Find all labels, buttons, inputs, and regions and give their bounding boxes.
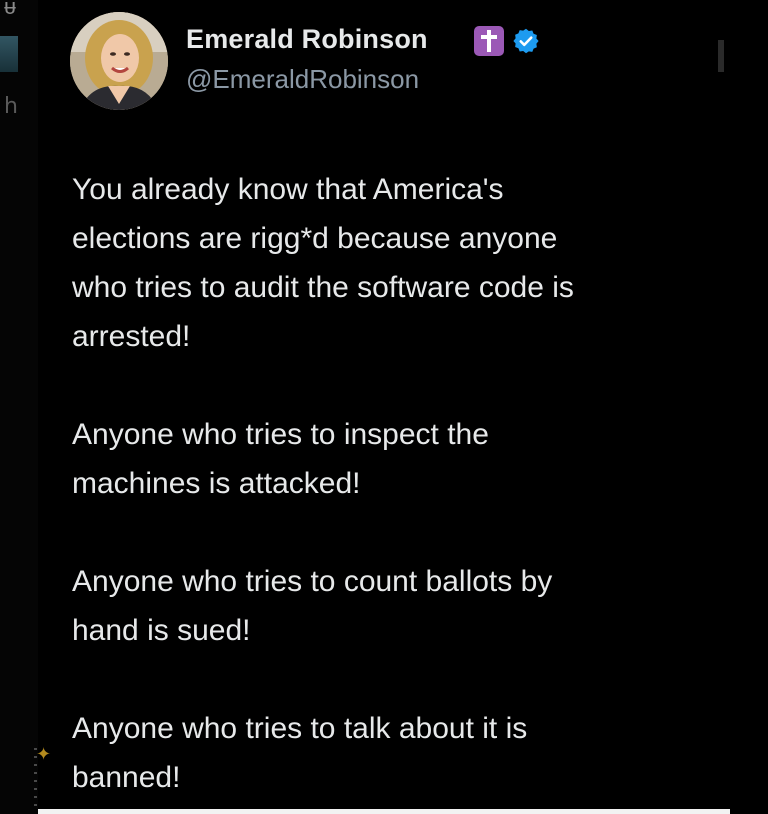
sparkle-icon: ✦ bbox=[36, 744, 52, 764]
cropped-thumbnail bbox=[0, 36, 18, 72]
cropped-glyph: h bbox=[4, 94, 18, 119]
user-handle[interactable]: @EmeraldRobinson bbox=[186, 64, 419, 95]
cropped-glyph: ᵾ bbox=[4, 0, 17, 20]
display-name[interactable]: Emerald Robinson bbox=[186, 24, 428, 55]
bottom-divider bbox=[38, 809, 730, 814]
scrollbar-remnant bbox=[718, 40, 724, 72]
tweet-paragraph: Anyone who tries to talk about it is ban… bbox=[72, 712, 528, 794]
cropped-left-strip: ᵾ h bbox=[0, 0, 38, 814]
tweet-text: You already know that America's election… bbox=[72, 165, 712, 814]
cross-icon bbox=[474, 26, 504, 56]
tweet-paragraph: Anyone who tries to inspect the machines… bbox=[72, 418, 489, 500]
avatar-portrait-icon bbox=[70, 12, 168, 110]
avatar[interactable] bbox=[70, 12, 168, 110]
tweet-paragraph: Anyone who tries to count ballots by han… bbox=[72, 565, 553, 647]
tweet-paragraph: You already know that America's election… bbox=[72, 173, 574, 353]
verified-icon bbox=[512, 27, 540, 55]
